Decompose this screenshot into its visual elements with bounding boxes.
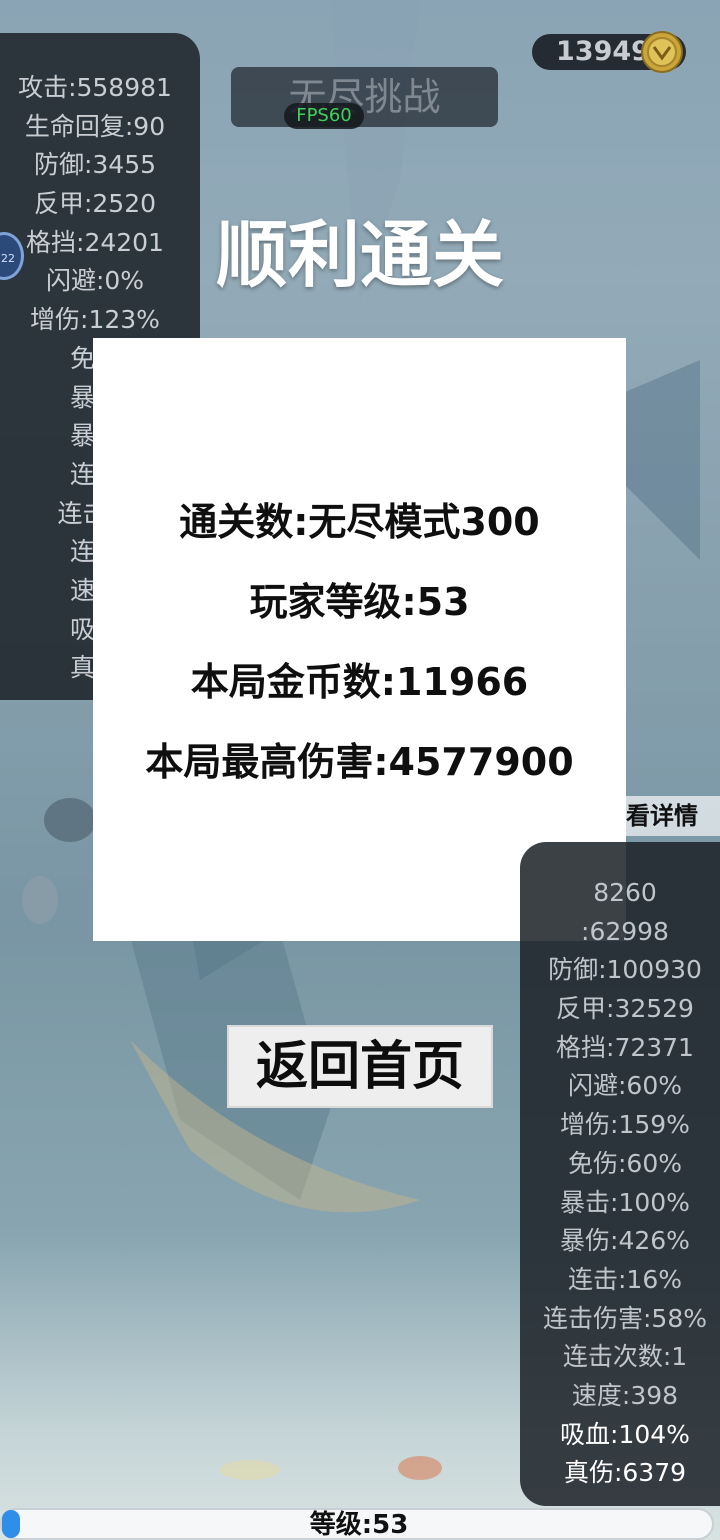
stat-true-damage: 真伤:6379 — [563, 1458, 687, 1488]
stat-defense: 防御:3455 — [33, 150, 157, 180]
victory-title: 顺利通关 — [215, 213, 504, 297]
result-max-damage: 本局最高伤害:4577900 — [145, 740, 574, 784]
stat-combo-damage: 连击伤害:58% — [543, 1303, 707, 1333]
stat-crit-damage: 暴伤:426% — [560, 1226, 690, 1256]
stat-damage-reduction: 免伤:60% — [568, 1148, 682, 1178]
stat-combo: 连击:16% — [568, 1264, 682, 1294]
stat-dodge: 闪避:60% — [568, 1071, 682, 1101]
level-label: 等级:53 — [309, 1510, 409, 1540]
stat-defense: 防御:100930 — [548, 955, 702, 985]
stat-hp: :62998 — [581, 916, 669, 946]
level-progress-bar: 等级:53 — [0, 1508, 714, 1540]
view-details-link[interactable]: 看详情 — [626, 796, 720, 836]
stat-speed: 速度:398 — [571, 1380, 679, 1410]
result-clear-count: 通关数:无尽模式300 — [179, 500, 540, 544]
stat-thorns: 反甲:32529 — [556, 994, 694, 1024]
return-home-button[interactable]: 返回首页 — [227, 1025, 493, 1108]
stat-hp-regen: 生命回复:90 — [24, 111, 166, 141]
result-round-coins: 本局金币数:11966 — [190, 660, 529, 704]
mode-title: 无尽挑战 — [231, 67, 498, 127]
stat-block: 格挡:72371 — [556, 1032, 694, 1062]
stat-damage-bonus: 增伤:123% — [30, 305, 160, 335]
coin-value: 13949 — [556, 36, 650, 67]
enemy-stats-panel: 8260 :62998 防御:100930 反甲:32529 格挡:72371 … — [520, 842, 720, 1506]
stat-lifesteal: 吸血:104% — [560, 1419, 690, 1449]
stat-combo-count: 连击次数:1 — [562, 1342, 688, 1372]
coin-icon — [641, 31, 683, 73]
stat-attack: 攻击:558981 — [18, 73, 172, 102]
stat-attack: 8260 — [593, 878, 657, 907]
stat-crit: 暴击:100% — [560, 1187, 690, 1217]
stat-damage-bonus: 增伤:159% — [560, 1110, 690, 1140]
fps-counter: FPS60 — [284, 103, 364, 129]
result-player-level: 玩家等级:53 — [249, 580, 470, 624]
